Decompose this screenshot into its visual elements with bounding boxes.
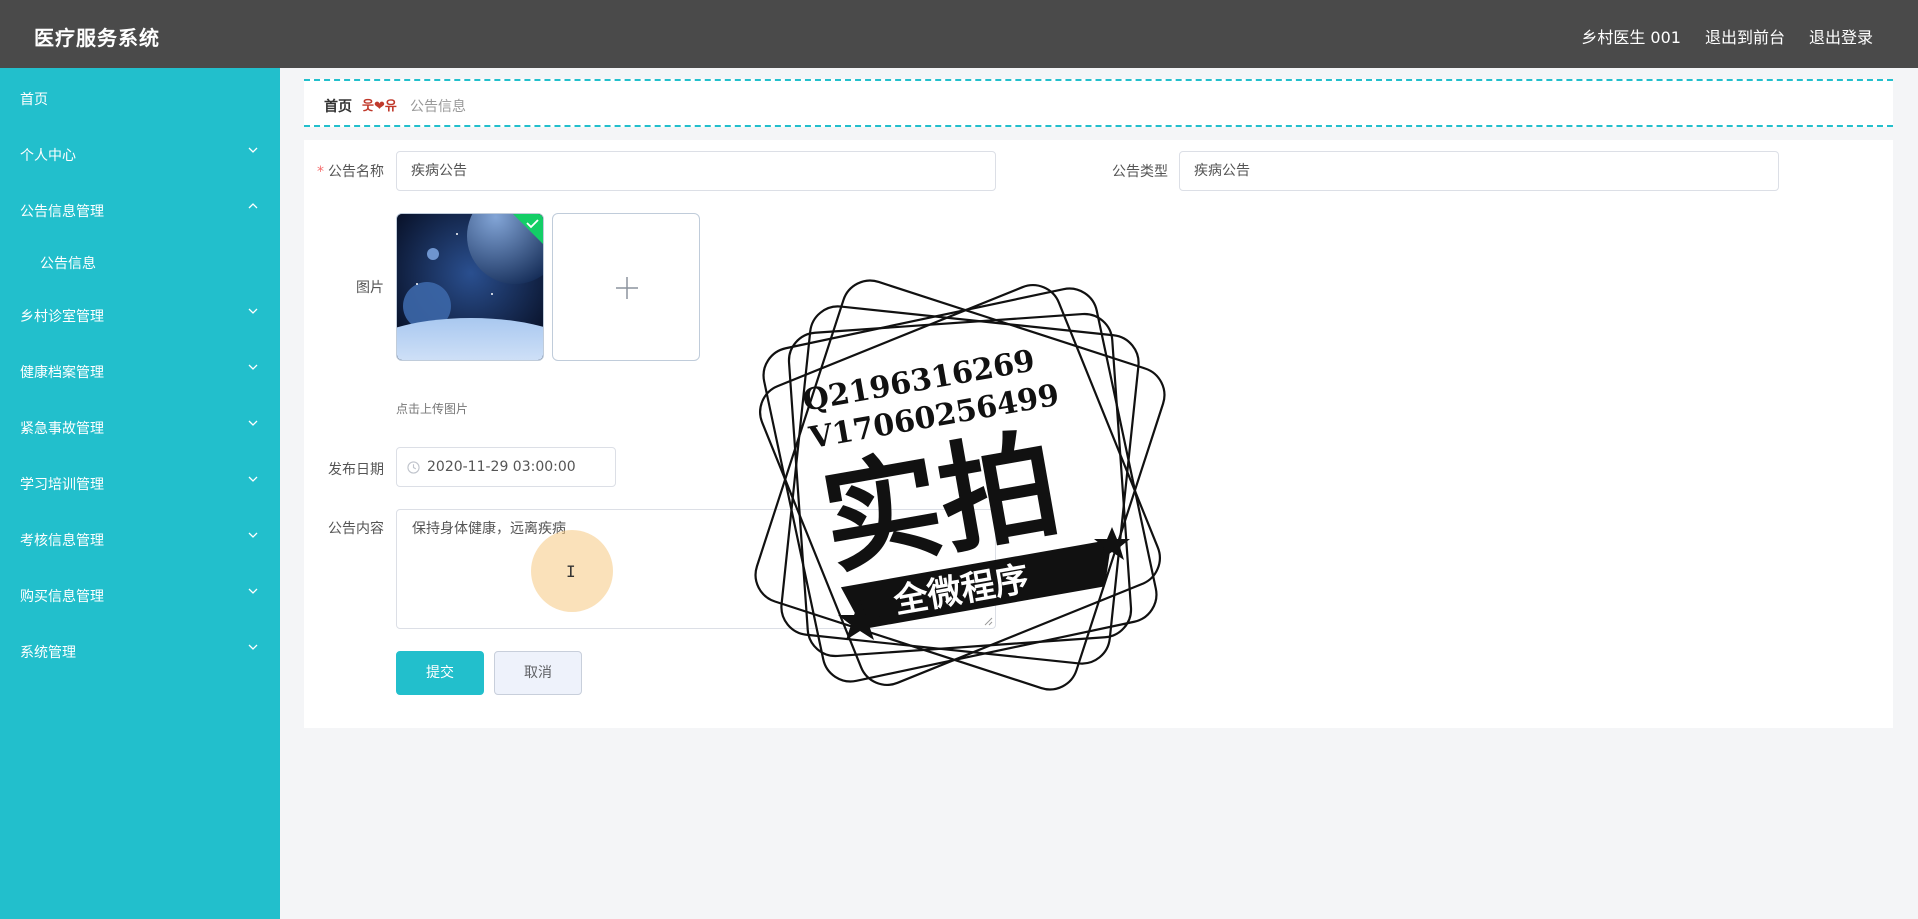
sidebar-item-label: 考核信息管理 [20,533,104,549]
sidebar-item-training-management[interactable]: 学习培训管理 [0,462,280,502]
header-actions: 乡村医生 001 退出到前台 退出登录 [1581,24,1873,48]
sidebar-item-label: 购买信息管理 [20,589,104,605]
uploaded-image-thumbnail[interactable] [396,213,544,361]
notice-name-input[interactable]: 疾病公告 [396,151,996,191]
content-label: 公告内容 [328,521,384,537]
sidebar-item-home[interactable]: 首页 [0,77,280,117]
chevron-down-icon [248,308,258,314]
sidebar-item-label: 学习培训管理 [20,477,104,493]
notice-type-label: 公告类型 [1112,164,1168,180]
sidebar-subitem-notice-info[interactable]: 公告信息 [0,241,280,281]
sidebar-item-label: 个人中心 [20,148,76,164]
chevron-up-icon [248,203,258,209]
sidebar-item-purchase-management[interactable]: 购买信息管理 [0,574,280,614]
sidebar-item-label: 公告信息管理 [20,204,104,220]
upload-hint: 点击上传图片 [396,402,469,416]
required-mark: * [317,164,324,180]
current-user[interactable]: 乡村医生 001 [1581,24,1681,48]
app-title: 医疗服务系统 [34,26,160,50]
sidebar-item-label: 乡村诊室管理 [20,309,104,325]
sidebar-item-label: 系统管理 [20,645,76,661]
breadcrumb-separator: 웃❤유 [362,99,397,114]
chevron-down-icon [248,147,258,153]
sidebar-item-assessment-management[interactable]: 考核信息管理 [0,518,280,558]
sidebar-item-label: 紧急事故管理 [20,421,104,437]
submit-button[interactable]: 提交 [396,651,484,695]
plus-icon [616,277,638,299]
image-upload-button[interactable] [552,213,700,361]
chevron-down-icon [248,532,258,538]
sidebar-item-label: 健康档案管理 [20,365,104,381]
content-value: 保持身体健康，远离疾病 [412,521,566,537]
chevron-down-icon [248,364,258,370]
chevron-down-icon [248,476,258,482]
sidebar-item-notice-management[interactable]: 公告信息管理 [0,189,280,229]
chevron-down-icon [248,644,258,650]
chevron-down-icon [248,420,258,426]
top-header: 医疗服务系统 乡村医生 001 退出到前台 退出登录 [0,0,1918,68]
notice-name-label: * 公告名称 [317,164,384,180]
breadcrumb: 首页 웃❤유 公告信息 [304,79,1893,127]
publish-date-picker[interactable]: 2020-11-29 03:00:00 [396,447,616,487]
image-label: 图片 [356,280,384,296]
chevron-down-icon [248,588,258,594]
sidebar-item-personal-center[interactable]: 个人中心 [0,133,280,173]
sidebar-item-label: 公告信息 [40,256,96,272]
cancel-button[interactable]: 取消 [494,651,582,695]
breadcrumb-current: 公告信息 [410,99,466,115]
sidebar-item-clinic-management[interactable]: 乡村诊室管理 [0,294,280,334]
publish-date-value: 2020-11-29 03:00:00 [427,459,576,475]
clock-icon [407,461,420,474]
upload-success-check-icon [513,214,543,244]
exit-to-front-link[interactable]: 退出到前台 [1705,24,1785,48]
sidebar-item-health-records[interactable]: 健康档案管理 [0,350,280,390]
sidebar-item-label: 首页 [20,92,48,108]
watermark-stamp: Q2196316269 V17060256499 实拍 全微程序 [754,279,1166,691]
text-cursor-icon: I [566,562,576,581]
sidebar-item-system-management[interactable]: 系统管理 [0,630,280,670]
sidebar-item-emergency-management[interactable]: 紧急事故管理 [0,406,280,446]
publish-date-label: 发布日期 [328,462,384,478]
notice-type-input[interactable]: 疾病公告 [1179,151,1779,191]
breadcrumb-home[interactable]: 首页 [324,96,352,116]
sidebar: 首页 个人中心 公告信息管理 公告信息 乡村诊室管理 健康档案管理 紧急事故管理… [0,68,280,919]
logout-link[interactable]: 退出登录 [1809,24,1873,48]
